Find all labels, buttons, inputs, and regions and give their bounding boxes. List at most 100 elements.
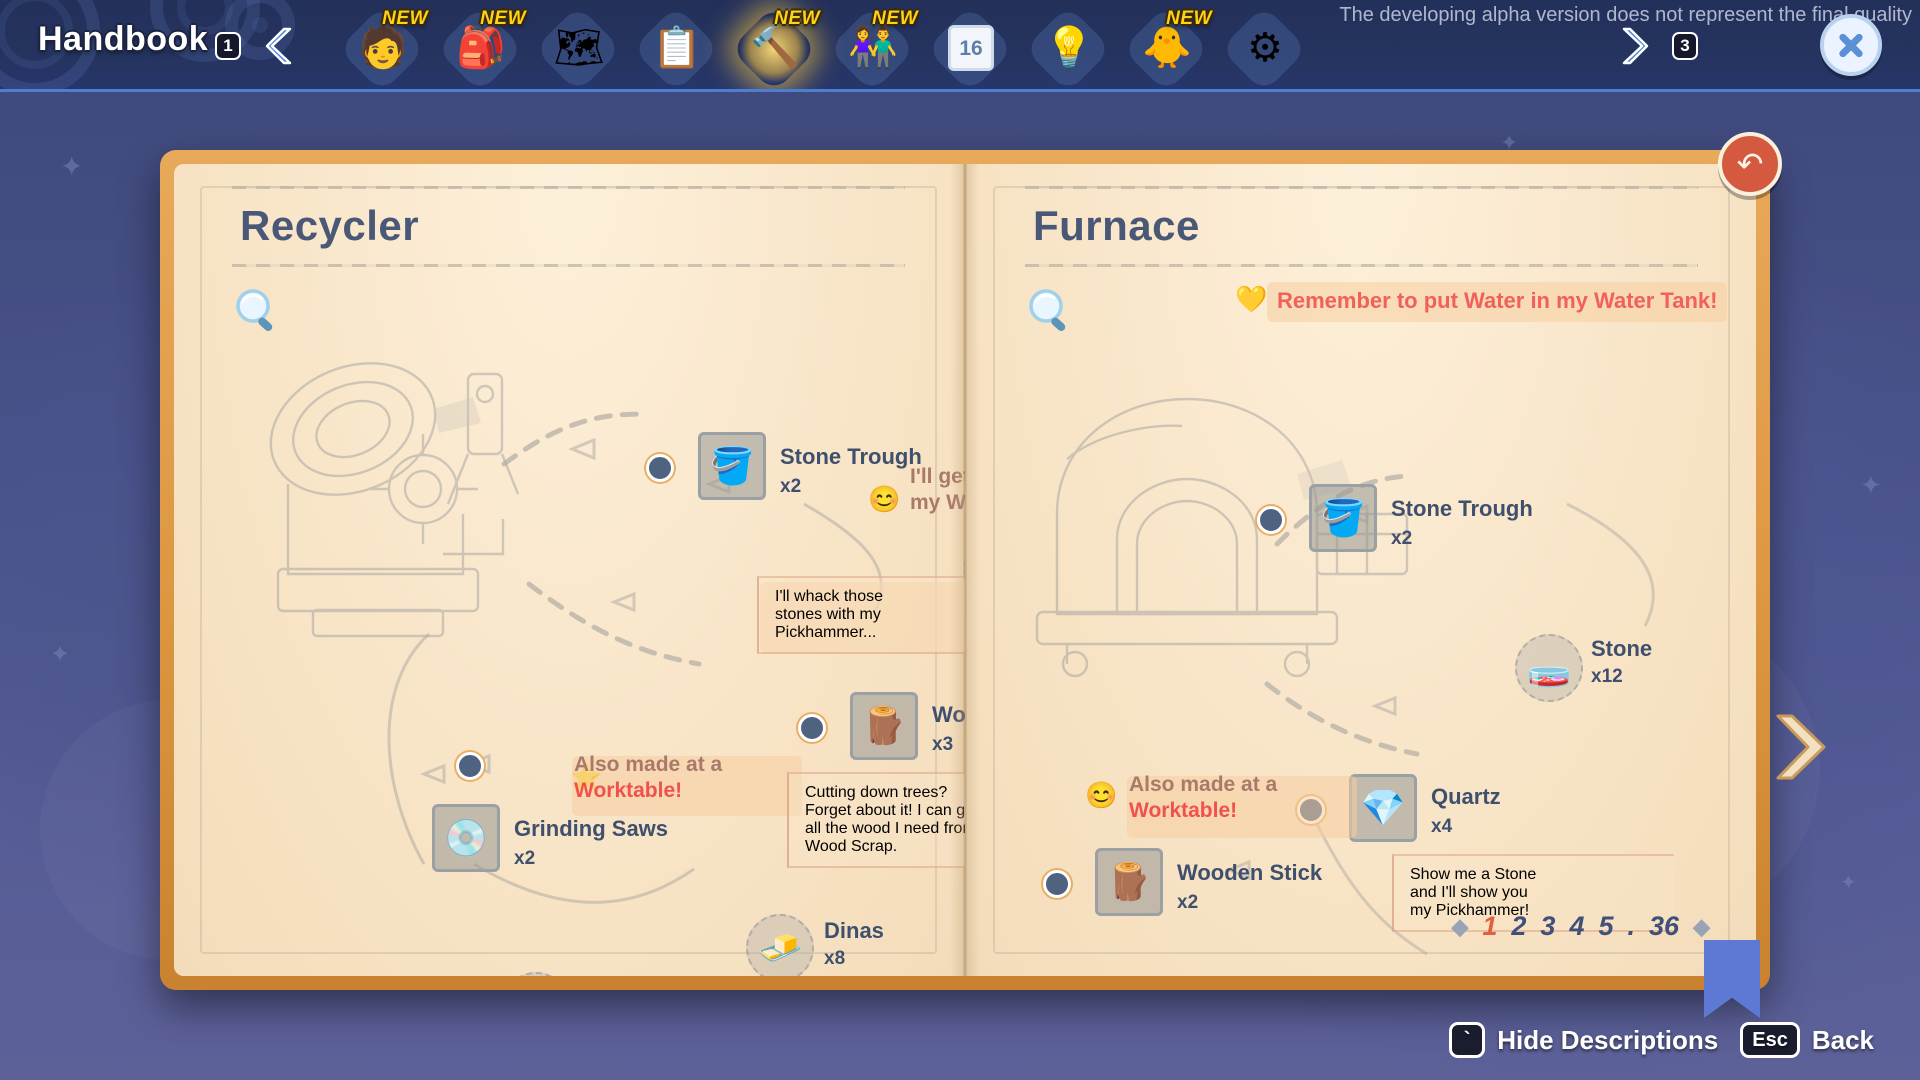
item-slot[interactable]: 🧫	[502, 972, 570, 976]
next-tab-key-badge: 3	[1672, 32, 1698, 60]
tab-list: 🧑 NEW 🎒 NEW 🗺 📋 🔨 NEW 👫 NEW 16 💡 🐥 NEW ⚙	[338, 5, 1320, 89]
tab-backpack[interactable]: 🎒 NEW	[436, 5, 526, 89]
item-name: Wooden Stick	[1177, 860, 1323, 885]
new-badge: NEW	[480, 8, 526, 29]
next-page-button[interactable]	[1774, 710, 1832, 784]
pager-diamond-right[interactable]: ◆	[1693, 914, 1710, 940]
stone-trough-icon: 🪣	[1320, 497, 1366, 538]
new-badge: NEW	[872, 8, 918, 29]
calendar-icon: 16	[928, 10, 1014, 86]
note-line: I'll whack those	[775, 588, 993, 606]
heart-face-icon: 💛	[1235, 284, 1268, 314]
dinas-icon: 🧈	[757, 927, 803, 968]
tab-map[interactable]: 🗺	[534, 5, 622, 89]
item-slot[interactable]: 🧈	[746, 914, 814, 976]
item-slot[interactable]: 🧫	[1515, 634, 1583, 702]
grinding-saws-icon: 💿	[443, 817, 489, 858]
note-text: Forget about it! I can get	[805, 802, 979, 819]
close-button[interactable]	[1820, 14, 1882, 76]
page-number-2[interactable]: 2	[1511, 911, 1526, 942]
right-page-title: Furnace	[1033, 202, 1200, 249]
tab-tips[interactable]: 💡	[1024, 5, 1112, 89]
item-name: Quartz	[1431, 784, 1501, 809]
undo-button[interactable]: ↶	[1718, 132, 1782, 196]
stone-icon: 🧫	[1526, 647, 1572, 688]
note-line: Pickhammer...	[775, 624, 993, 642]
winking-sun-icon: 😊	[868, 484, 901, 514]
note-text: Show me a	[1410, 866, 1495, 883]
item-qty: x12	[1591, 666, 1623, 687]
node-dot	[1257, 506, 1285, 534]
book-pages: Recycler 🪣 Stone Trough x2 🪵 Wood x3 💿 G…	[174, 164, 1756, 976]
note-text: Also made at a	[574, 753, 723, 776]
lightbulb-icon: 💡	[1044, 26, 1094, 70]
tab-crafting[interactable]: 🔨 NEW	[730, 5, 820, 89]
map-icon: 🗺	[553, 26, 605, 70]
bg-sparkle-icon: ✦	[1840, 872, 1857, 894]
winking-sun-icon: 😊	[1085, 780, 1118, 810]
item-slot[interactable]: 🪣	[1309, 484, 1377, 552]
furnace-header-note: Remember to put Water in my Water Tank!	[1277, 288, 1718, 313]
item-qty: x2	[514, 848, 536, 869]
chevron-left-icon[interactable]	[262, 26, 296, 66]
tab-relations[interactable]: 👫 NEW	[828, 5, 918, 89]
footer-hints: ` Hide Descriptions Esc Back	[1449, 1022, 1874, 1058]
wood-log-icon: 🪵	[861, 705, 907, 746]
backtick-key: `	[1449, 1022, 1486, 1058]
hint-esc-key[interactable]: Esc Back	[1740, 1022, 1874, 1058]
page-number-36[interactable]: 36	[1649, 911, 1679, 942]
item-slot[interactable]: 🪣	[698, 432, 766, 500]
note-text: I'll whack those	[775, 588, 883, 605]
note-highlight-text: Stone	[1494, 866, 1537, 883]
hint-backtick-key[interactable]: ` Hide Descriptions	[1449, 1022, 1718, 1058]
note-highlight-text: Pickhammer...	[775, 624, 877, 641]
item-qty: x4	[1431, 816, 1453, 837]
note-highlight-text: Wood Scrap.	[805, 838, 898, 855]
magnifier-icon[interactable]	[1025, 286, 1077, 338]
left-page-title: Recycler	[240, 202, 420, 249]
page-number-4[interactable]: 4	[1569, 911, 1584, 942]
stone-trough-icon: 🪣	[709, 445, 755, 486]
hint-label: Hide Descriptions	[1497, 1024, 1719, 1055]
note-highlight-text: Worktable!	[1129, 798, 1238, 822]
handbook-book: Recycler 🪣 Stone Trough x2 🪵 Wood x3 💿 G…	[160, 132, 1826, 1018]
node-dot	[456, 752, 484, 780]
item-name: Grinding Saws	[514, 816, 669, 841]
note-line: Worktable!	[574, 778, 804, 804]
pagination: ◆ 1 2 3 4 5. 36 ◆	[1451, 911, 1710, 942]
tab-quests[interactable]: 📋	[632, 5, 720, 89]
note-also-worktable: Also made at a Worktable!	[1129, 772, 1369, 823]
handbook-key-badge: 1	[215, 32, 241, 60]
note-line: Show me a Stone	[1410, 866, 1660, 884]
note-text: all the wood I need from	[805, 820, 976, 837]
alpha-version-notice: The developing alpha version does not re…	[1339, 4, 1912, 26]
item-slot[interactable]: 🪵	[850, 692, 918, 760]
recycler-blueprint-icon	[218, 314, 588, 684]
page-number-5[interactable]: 5	[1598, 911, 1613, 942]
bg-sparkle-icon: ✦	[50, 641, 71, 668]
node-dot	[646, 454, 674, 482]
item-name: Dinas	[824, 918, 884, 943]
item-name: Stone Trough	[780, 444, 922, 469]
chevron-right-icon[interactable]	[1618, 26, 1652, 66]
page-number-3[interactable]: 3	[1540, 911, 1555, 942]
wooden-stick-icon: 🪵	[1106, 861, 1152, 902]
node-dot	[1043, 870, 1071, 898]
page-number-1[interactable]: 1	[1482, 911, 1497, 942]
new-badge: NEW	[1166, 8, 1212, 29]
page-number-.[interactable]: .	[1628, 911, 1636, 942]
tab-calendar[interactable]: 16	[926, 5, 1014, 89]
bg-sparkle-icon: ✦	[60, 151, 84, 182]
pager-diamond-left[interactable]: ◆	[1451, 914, 1468, 940]
note-text: and I'll show you	[1410, 884, 1528, 901]
tab-character[interactable]: 🧑 NEW	[338, 5, 428, 89]
note-line: stones with my	[775, 606, 993, 624]
item-slot[interactable]: 💿	[432, 804, 500, 872]
item-slot[interactable]: 🪵	[1095, 848, 1163, 916]
item-qty: x2	[780, 476, 802, 497]
tab-animals[interactable]: 🐥 NEW	[1122, 5, 1212, 89]
note-highlight-text: Worktable!	[574, 778, 683, 802]
page-title: Handbook	[38, 20, 209, 58]
note-line: and I'll show you	[1410, 884, 1660, 902]
page-rule	[232, 264, 905, 267]
